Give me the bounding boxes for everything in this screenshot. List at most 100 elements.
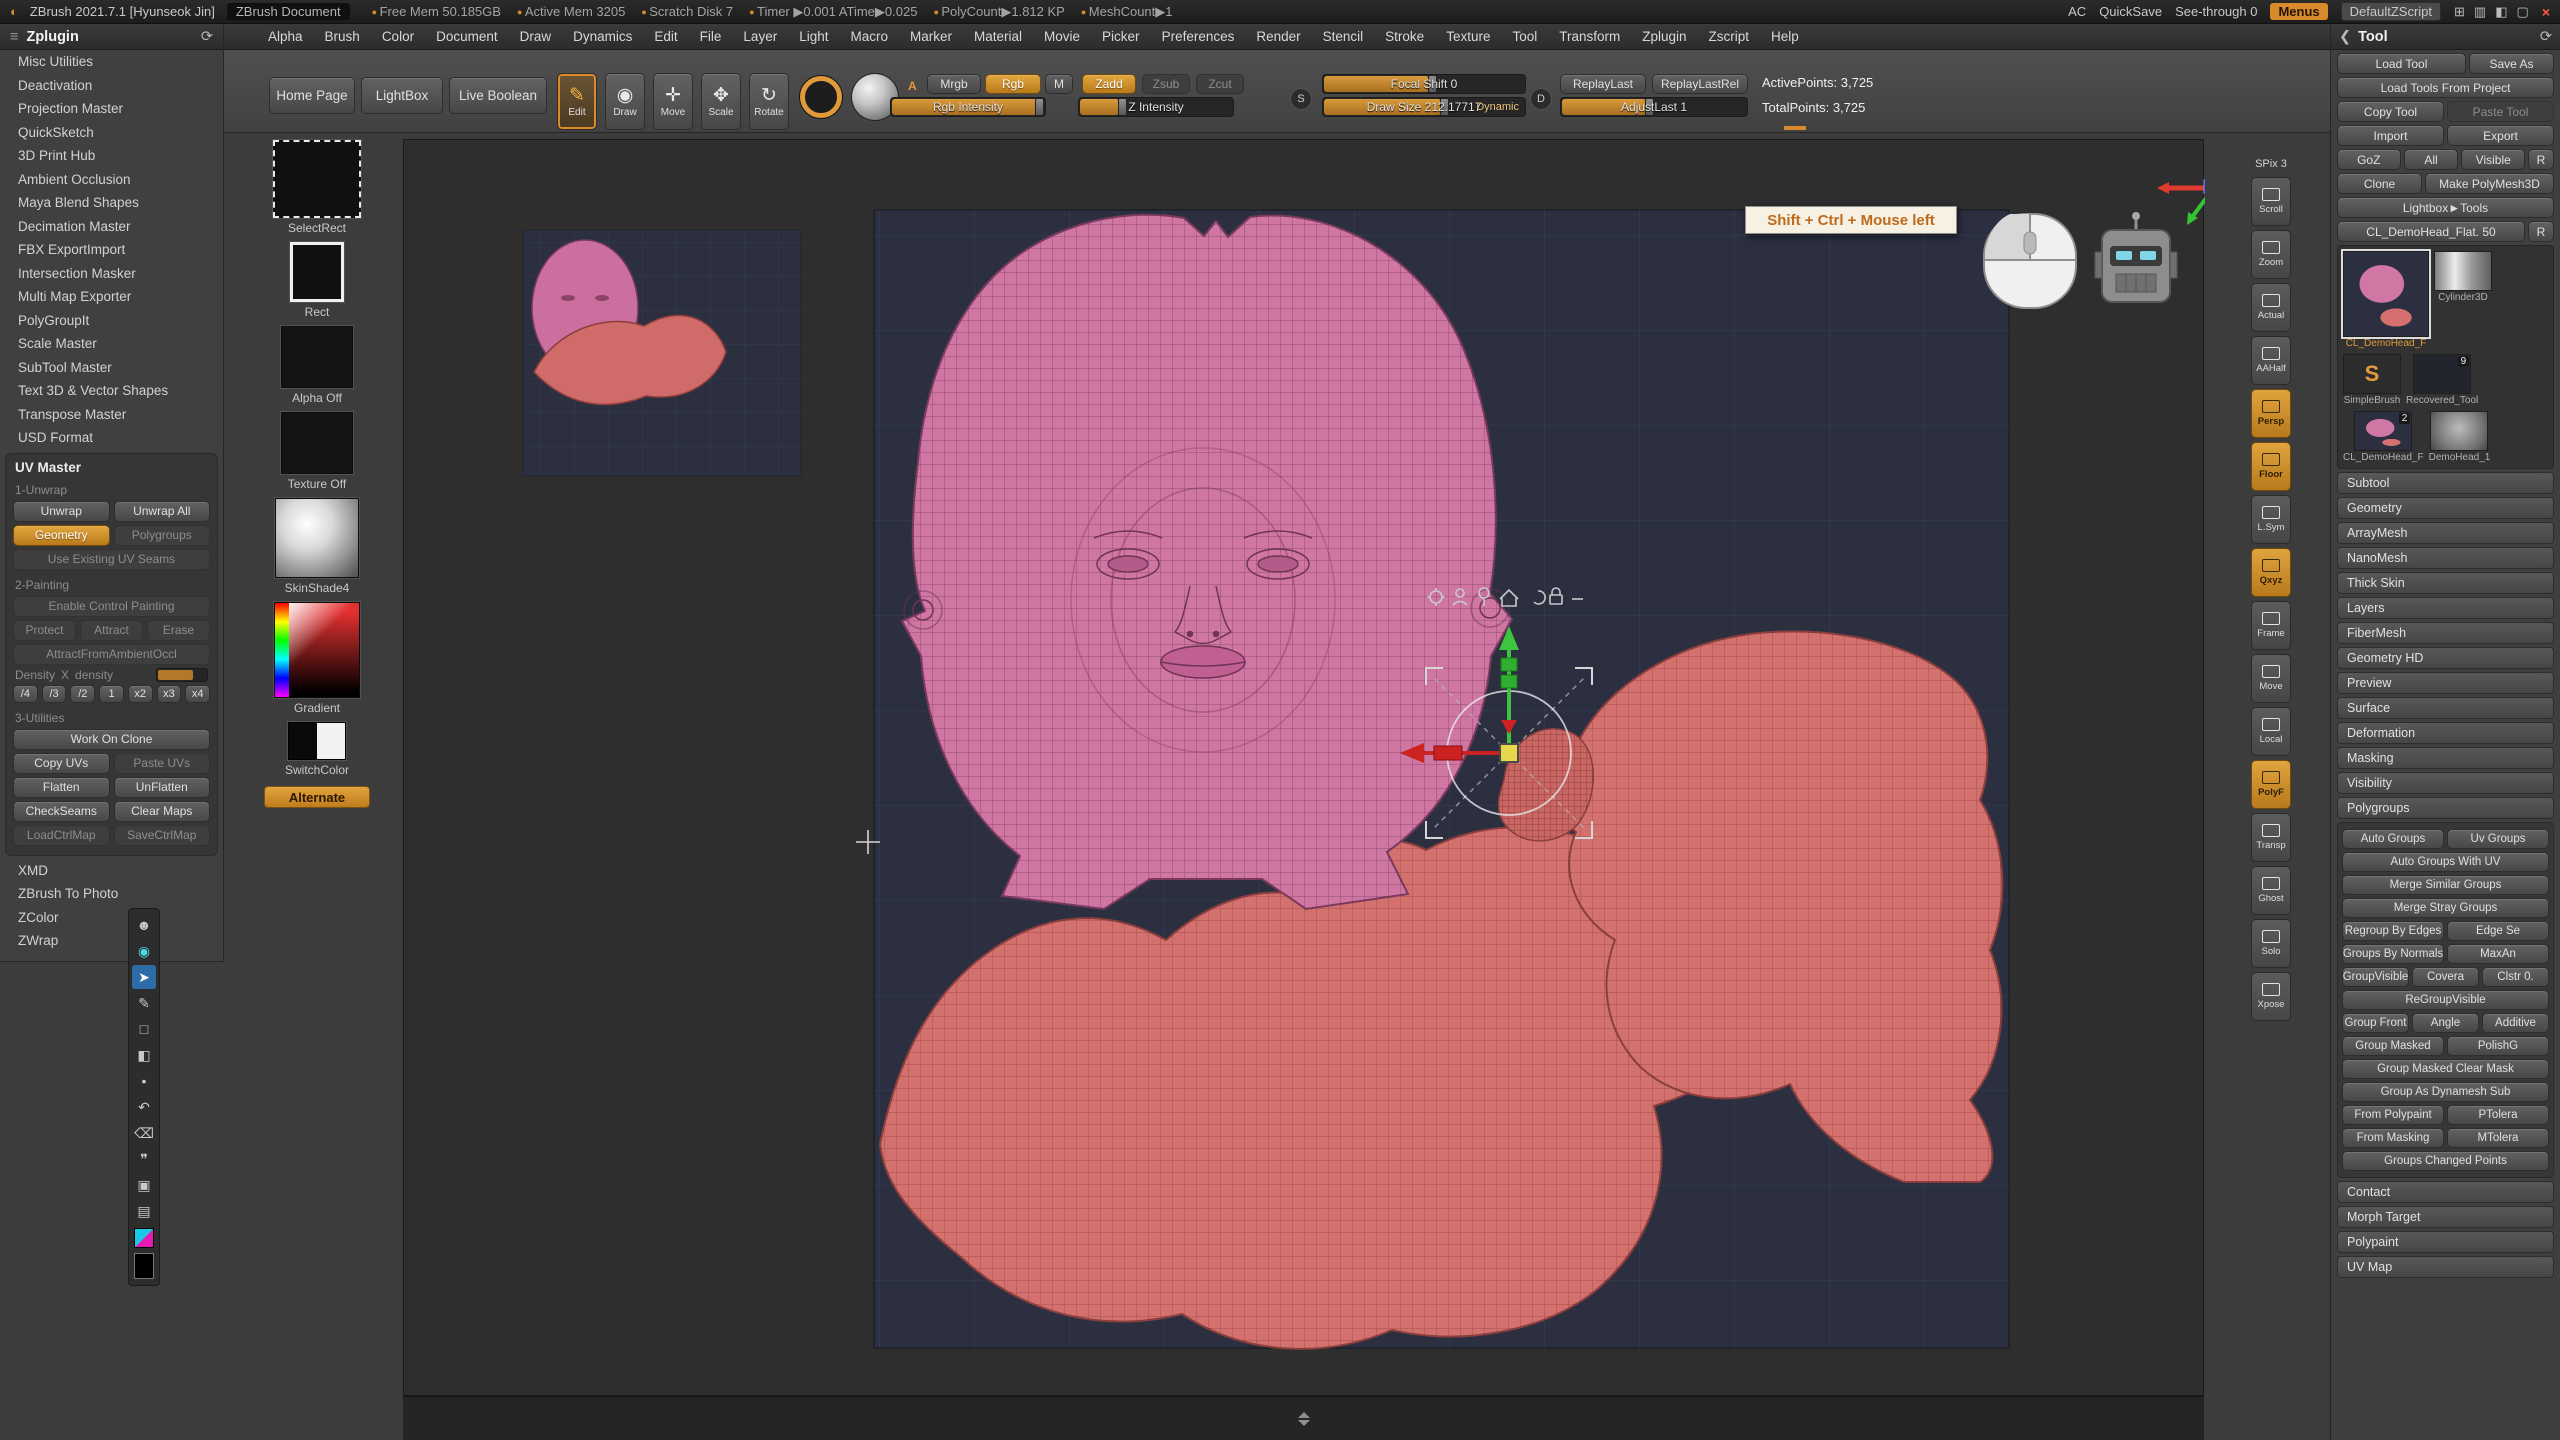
- right-shelf-button[interactable]: Zoom: [2251, 230, 2291, 279]
- polygroups-button[interactable]: Angle: [2412, 1013, 2479, 1033]
- zplugin-item[interactable]: Maya Blend Shapes: [0, 191, 223, 215]
- right-shelf-button[interactable]: Actual: [2251, 283, 2291, 332]
- use-existing-uv-seams-button[interactable]: Use Existing UV Seams: [13, 549, 210, 570]
- right-shelf-button[interactable]: Xpose: [2251, 972, 2291, 1021]
- menu-item[interactable]: Draw: [520, 29, 552, 44]
- mini-toolbar-icon[interactable]: ↶: [132, 1095, 156, 1119]
- m-button[interactable]: M: [1045, 74, 1073, 94]
- right-shelf-button[interactable]: Qxyz: [2251, 548, 2291, 597]
- uv-mesh-head[interactable]: [902, 215, 1512, 909]
- polygroups-button[interactable]: Additive: [2482, 1013, 2549, 1033]
- document-canvas[interactable]: [404, 140, 2205, 1397]
- polygroups-button[interactable]: Clstr 0.: [2482, 967, 2549, 987]
- unwrap-all-button[interactable]: Unwrap All: [114, 501, 211, 522]
- titlebar-icon[interactable]: ▢: [2517, 4, 2529, 20]
- density-slider[interactable]: [156, 668, 208, 682]
- adjust-last-slider[interactable]: AdjustLast 1: [1560, 97, 1748, 117]
- current-tool-r-button[interactable]: R: [2528, 221, 2554, 242]
- zplugin-item[interactable]: Deactivation: [0, 74, 223, 98]
- tool-thumbnail-image[interactable]: 2: [2354, 411, 2412, 451]
- menu-item[interactable]: Light: [799, 29, 828, 44]
- panel-collapse-icon[interactable]: ≡: [10, 29, 18, 45]
- right-shelf-button[interactable]: PolyF: [2251, 760, 2291, 809]
- erase-button[interactable]: Erase: [147, 620, 210, 641]
- zplugin-item[interactable]: PolyGroupIt: [0, 309, 223, 333]
- right-shelf-button[interactable]: Transp: [2251, 813, 2291, 862]
- right-shelf-button[interactable]: Floor: [2251, 442, 2291, 491]
- import-button[interactable]: Import: [2337, 125, 2444, 146]
- goz-button[interactable]: GoZ: [2337, 149, 2401, 170]
- mini-toolbar-icon[interactable]: ▣: [132, 1173, 156, 1197]
- refresh-icon[interactable]: ⟳: [201, 29, 213, 45]
- tool-section-header[interactable]: FiberMesh: [2337, 622, 2554, 644]
- zsub-button[interactable]: Zsub: [1142, 74, 1190, 94]
- export-button[interactable]: Export: [2447, 125, 2554, 146]
- tool-thumbnail[interactable]: DemoHead_1: [2429, 411, 2491, 463]
- mini-toolbar-icon[interactable]: ◉: [132, 939, 156, 963]
- mode-button[interactable]: ↻ Rotate: [749, 73, 789, 130]
- right-shelf-button[interactable]: L.Sym: [2251, 495, 2291, 544]
- zplugin-item[interactable]: Decimation Master: [0, 215, 223, 239]
- unwrap-button[interactable]: Unwrap: [13, 501, 110, 522]
- current-tool-slider[interactable]: CL_DemoHead_Flat. 50: [2337, 221, 2525, 242]
- scroll-down-handle[interactable]: [1298, 1420, 1310, 1426]
- polygroups-button[interactable]: PTolera: [2447, 1105, 2549, 1125]
- zplugin-item[interactable]: SubTool Master: [0, 356, 223, 380]
- polygroups-button[interactable]: Groups By Normals: [2342, 944, 2444, 964]
- polygroups-button[interactable]: Group As Dynamesh Sub: [2342, 1082, 2549, 1102]
- see-through-slider[interactable]: See-through 0: [2175, 4, 2257, 19]
- menu-item[interactable]: File: [700, 29, 722, 44]
- tool-panel-header[interactable]: ❮ Tool ⟳: [2331, 24, 2560, 50]
- work-on-clone-button[interactable]: Work On Clone: [13, 729, 210, 750]
- polygroups-button[interactable]: Uv Groups: [2447, 829, 2549, 849]
- polygroups-button[interactable]: GroupVisible: [2342, 967, 2409, 987]
- copy-uvs-button[interactable]: Copy UVs: [13, 753, 110, 774]
- close-icon[interactable]: ×: [2542, 4, 2550, 20]
- polygroups-button[interactable]: Auto Groups: [2342, 829, 2444, 849]
- tool-section-header[interactable]: ArrayMesh: [2337, 522, 2554, 544]
- tool-thumbnail[interactable]: 2 CL_DemoHead_F: [2343, 411, 2424, 463]
- polygroups-button[interactable]: Group Masked Clear Mask: [2342, 1059, 2549, 1079]
- tool-thumbnail-image[interactable]: [2434, 251, 2492, 291]
- zplugin-item[interactable]: FBX ExportImport: [0, 238, 223, 262]
- zplugin-item[interactable]: XMD: [0, 859, 223, 883]
- default-zscript-button[interactable]: DefaultZScript: [2341, 2, 2441, 21]
- menu-item[interactable]: Zscript: [1709, 29, 1750, 44]
- home-page-button[interactable]: Home Page: [269, 77, 355, 114]
- zplugin-header[interactable]: ≡ Zplugin ⟳: [0, 24, 223, 50]
- make-polymesh3d-button[interactable]: Make PolyMesh3D: [2425, 173, 2554, 194]
- menu-item[interactable]: Material: [974, 29, 1022, 44]
- menu-item[interactable]: Document: [436, 29, 498, 44]
- spix-slider[interactable]: SPix 3: [2255, 158, 2287, 170]
- tool-section-header[interactable]: Subtool: [2337, 472, 2554, 494]
- mode-button[interactable]: ✎ Edit: [557, 73, 597, 130]
- polygroups-button[interactable]: From Masking: [2342, 1128, 2444, 1148]
- polygroups-button[interactable]: ReGroupVisible: [2342, 990, 2549, 1010]
- tool-section-header[interactable]: Geometry HD: [2337, 647, 2554, 669]
- density-step-button[interactable]: x4: [185, 685, 210, 703]
- zadd-button[interactable]: Zadd: [1082, 74, 1136, 94]
- tool-section-header-polygroups[interactable]: Polygroups: [2337, 797, 2554, 819]
- density-step-button[interactable]: x3: [157, 685, 182, 703]
- menu-item[interactable]: Picker: [1102, 29, 1140, 44]
- right-shelf-button[interactable]: Solo: [2251, 919, 2291, 968]
- canvas-viewport[interactable]: Shift + Ctrl + Mouse left: [403, 139, 2204, 1396]
- mini-toolbar-icon[interactable]: ☻: [132, 913, 156, 937]
- ac-label[interactable]: AC: [2068, 4, 2086, 19]
- zcut-button[interactable]: Zcut: [1196, 74, 1244, 94]
- menu-item[interactable]: Tool: [1512, 29, 1537, 44]
- goz-visible-button[interactable]: Visible: [2461, 149, 2525, 170]
- tool-section-header[interactable]: Thick Skin: [2337, 572, 2554, 594]
- left-shelf-icon[interactable]: [273, 140, 361, 218]
- menu-item[interactable]: Layer: [743, 29, 777, 44]
- tool-thumbnail-image[interactable]: [2343, 251, 2429, 337]
- left-shelf-icon[interactable]: [274, 602, 360, 698]
- titlebar-icon[interactable]: ▥: [2474, 4, 2486, 20]
- right-shelf-button[interactable]: Local: [2251, 707, 2291, 756]
- mini-toolbar-icon[interactable]: •: [132, 1069, 156, 1093]
- tool-section-header[interactable]: Visibility: [2337, 772, 2554, 794]
- live-boolean-button[interactable]: Live Boolean: [449, 77, 547, 114]
- density-step-button[interactable]: x2: [128, 685, 153, 703]
- focal-shift-slider[interactable]: Focal Shift 0: [1322, 74, 1526, 94]
- mini-toolbar-icon[interactable]: ⌫: [132, 1121, 156, 1145]
